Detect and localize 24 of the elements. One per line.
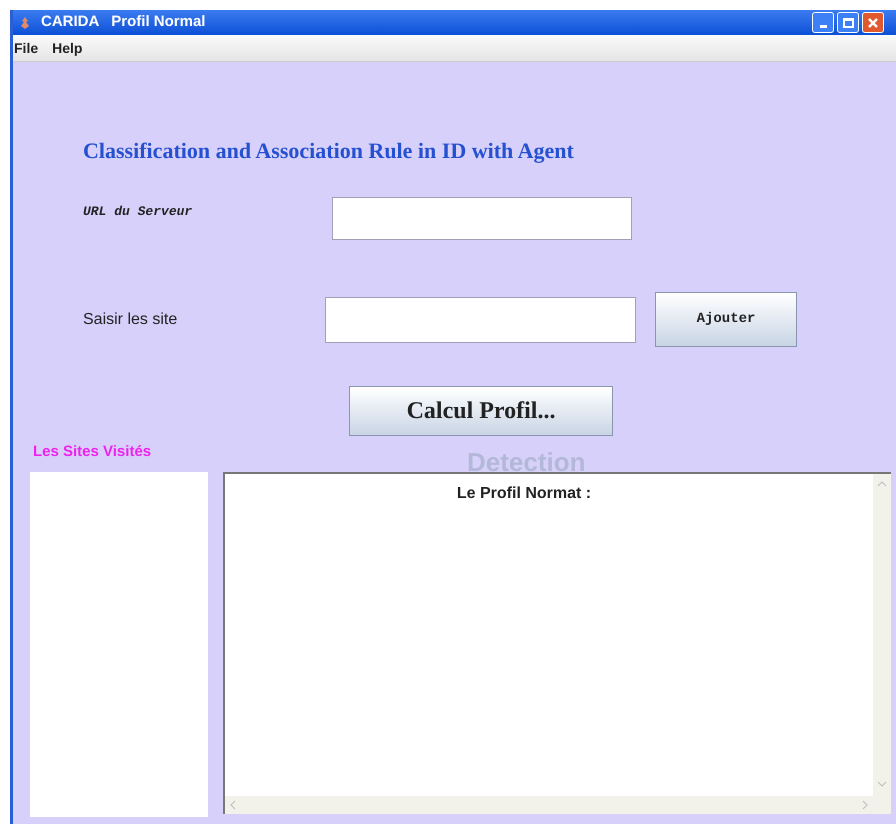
menu-item[interactable]: Help	[52, 38, 82, 58]
vertical-scrollbar[interactable]	[873, 474, 891, 814]
maximize-button[interactable]	[837, 12, 859, 33]
input-field[interactable]	[325, 296, 636, 342]
horizontal-scrollbar[interactable]	[225, 796, 873, 814]
app-icon	[19, 16, 31, 30]
menu-item[interactable]: File	[14, 38, 38, 58]
compute-button[interactable]: Calcul Profil...	[349, 386, 613, 436]
input-field[interactable]	[332, 197, 632, 240]
close-icon	[867, 16, 879, 28]
minimize-button[interactable]	[812, 12, 834, 33]
heading: Classification and Association Rule in ID with Agent	[83, 137, 575, 165]
add-button[interactable]: Ajouter	[655, 292, 797, 347]
sites-list[interactable]	[30, 472, 208, 817]
field-label: Saisir les site	[83, 310, 178, 330]
field-label: URL du Serveur	[83, 203, 194, 221]
close-button[interactable]	[862, 12, 884, 33]
scroll-right-icon[interactable]	[861, 800, 869, 810]
scroll-left-icon[interactable]	[229, 800, 237, 810]
profile-text: Le Profil Normat :	[456, 484, 592, 504]
scroll-up-icon[interactable]	[877, 480, 887, 488]
scroll-down-icon[interactable]	[877, 780, 887, 788]
window-title: CARIDA Profil Normal	[41, 12, 206, 32]
list-label: Les Sites Visités	[33, 442, 152, 462]
